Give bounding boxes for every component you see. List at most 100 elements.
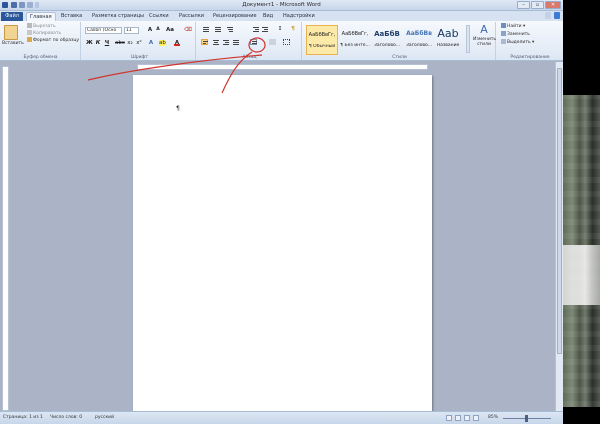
borders-button[interactable]	[283, 39, 290, 45]
replace-button[interactable]: Заменить	[501, 31, 530, 38]
subscript-button[interactable]: x₂	[127, 40, 133, 46]
justify-button[interactable]	[232, 39, 239, 45]
replace-label: Заменить	[507, 32, 530, 37]
format-painter-button[interactable]: Формат по образцу	[27, 37, 79, 44]
paste-icon[interactable]	[4, 25, 18, 40]
bullets-button[interactable]	[202, 26, 209, 32]
web-layout-view-button[interactable]	[464, 415, 470, 421]
clear-format-button[interactable]: ⌫	[184, 27, 192, 33]
styles-scroll[interactable]	[466, 25, 470, 53]
style-normal[interactable]: АаБбВвГг, ¶ Обычный	[306, 25, 338, 55]
tab-references[interactable]: Ссылки	[146, 12, 172, 21]
tab-mailings[interactable]: Рассылки	[176, 12, 207, 21]
italic-button[interactable]: К	[95, 40, 101, 46]
grow-font-button[interactable]: A	[147, 27, 153, 33]
styles-group-label: Стили	[392, 55, 407, 60]
style-title[interactable]: Aab Название	[432, 25, 464, 55]
paragraph-group-label: Абзац	[242, 55, 257, 60]
change-styles-icon: A	[480, 23, 488, 36]
find-button[interactable]: Найти ▾	[501, 23, 525, 30]
tab-home[interactable]: Главная	[26, 12, 56, 21]
increase-indent-button[interactable]	[261, 26, 268, 32]
decrease-indent-button[interactable]	[252, 26, 259, 32]
zoom-level[interactable]: 85%	[488, 415, 498, 420]
style-name: ¶ Обычный	[308, 44, 336, 49]
select-label: Выделить	[507, 40, 531, 45]
shading-button[interactable]	[269, 39, 276, 45]
vertical-scrollbar[interactable]	[555, 62, 563, 411]
style-sample: Aab	[437, 27, 459, 40]
numbering-button[interactable]	[214, 26, 221, 32]
tab-addins[interactable]: Надстройки	[280, 12, 318, 21]
underline-button[interactable]: Ч	[104, 40, 110, 46]
background-photo-strip	[563, 0, 600, 424]
zoom-slider-thumb[interactable]	[525, 415, 528, 422]
dark-area	[563, 0, 600, 60]
find-label: Найти	[507, 24, 522, 29]
select-button[interactable]: Выделить ▾	[501, 39, 534, 46]
scrollbar-thumb[interactable]	[557, 68, 562, 354]
style-name: ¶ Без инте...	[340, 43, 370, 48]
language-indicator[interactable]: русский	[95, 415, 114, 420]
font-color-button[interactable]: A	[174, 40, 180, 46]
format-painter-label: Формат по образцу	[33, 38, 80, 43]
minimize-button[interactable]: –	[517, 1, 530, 9]
style-sample: АаБбВвГг,	[341, 31, 369, 37]
style-heading-2[interactable]: АаБбВв Заголово...	[403, 25, 435, 55]
superscript-button[interactable]: x²	[136, 40, 142, 46]
font-size-select[interactable]: 11	[124, 27, 139, 34]
page-count[interactable]: Страница: 1 из 1	[3, 415, 43, 420]
editing-group: Найти ▾ Заменить Выделить ▾ Редактирован…	[498, 22, 562, 60]
outline-view-button[interactable]	[473, 415, 479, 421]
paste-button[interactable]: Вставить	[2, 41, 24, 47]
font-group-label: Шрифт	[130, 55, 149, 60]
style-sample: АаБбВ	[374, 30, 400, 38]
show-marks-button[interactable]: ¶	[290, 26, 296, 32]
sort-button[interactable]: ↕	[277, 26, 283, 32]
copy-label: Копировать	[33, 31, 62, 36]
style-heading-1[interactable]: АаБбВ Заголово...	[371, 25, 403, 55]
highlight-button[interactable]: ab	[159, 40, 166, 46]
zoom-slider[interactable]	[503, 415, 551, 422]
tab-file[interactable]: Файл	[1, 12, 23, 21]
line-spacing-button[interactable]	[250, 39, 257, 45]
align-left-button[interactable]	[201, 39, 208, 45]
align-center-button[interactable]	[212, 39, 219, 45]
style-sample: АаБбВв	[406, 30, 432, 37]
reading-view-button[interactable]	[455, 415, 461, 421]
cut-button[interactable]: Вырезать	[27, 23, 56, 30]
style-name: Название	[436, 43, 460, 48]
ribbon: Вставить Вырезать Копировать Формат по о…	[0, 21, 563, 61]
title-bar: Документ1 - Microsoft Word – ▫ ✕	[0, 0, 563, 11]
scissors-icon	[27, 23, 32, 28]
clipboard-group-label: Буфер обмена	[23, 55, 58, 60]
document-page[interactable]: ¶	[133, 75, 432, 415]
maximize-button[interactable]: ▫	[531, 1, 544, 9]
ribbon-tabs: Файл Главная Вставка Разметка страницы С…	[0, 11, 563, 21]
strikethrough-button[interactable]: abc	[115, 40, 125, 46]
tab-page-layout[interactable]: Разметка страницы	[89, 12, 147, 21]
copy-button[interactable]: Копировать	[27, 30, 61, 37]
brush-icon	[27, 37, 32, 42]
tab-view[interactable]: Вид	[260, 12, 276, 21]
status-bar: Страница: 1 из 1 Число слов: 0 русский 8…	[0, 411, 563, 424]
text-effects-button[interactable]: A	[148, 40, 154, 46]
help-icon[interactable]	[554, 12, 560, 19]
tab-review[interactable]: Рецензирование	[210, 12, 260, 21]
print-layout-view-button[interactable]	[446, 415, 452, 421]
close-button[interactable]: ✕	[545, 1, 561, 9]
style-name: Заголово...	[405, 43, 433, 48]
shrink-font-button[interactable]: A	[155, 27, 161, 33]
change-styles-button[interactable]: A Изменить стили	[473, 23, 496, 55]
change-case-button[interactable]: Aa	[166, 27, 174, 33]
multilevel-list-button[interactable]	[226, 26, 233, 32]
ribbon-minimize-icon[interactable]	[545, 12, 551, 19]
style-no-spacing[interactable]: АаБбВвГг, ¶ Без инте...	[339, 25, 371, 55]
align-right-button[interactable]	[222, 39, 229, 45]
editing-group-label: Редактирование	[510, 55, 550, 60]
word-count[interactable]: Число слов: 0	[50, 415, 82, 420]
bold-button[interactable]: Ж	[86, 40, 93, 46]
horizontal-ruler	[137, 64, 428, 70]
font-name-select[interactable]: Calibri (Осно	[85, 27, 122, 34]
tab-insert[interactable]: Вставка	[58, 12, 85, 21]
